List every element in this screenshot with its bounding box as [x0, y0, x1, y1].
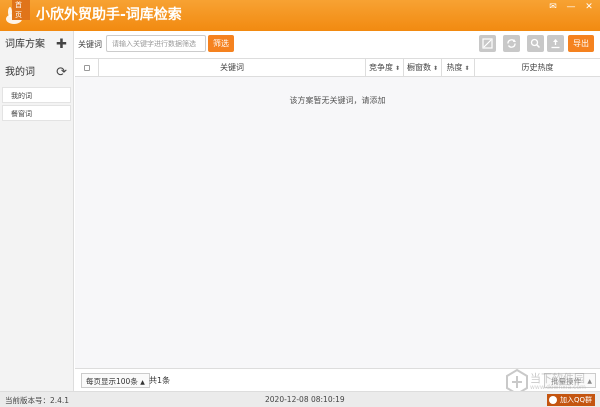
- sort-icon: ⬍: [464, 65, 470, 72]
- batch-operation-select[interactable]: 批量操作 ▲: [544, 373, 596, 388]
- my-words-title: 我的词: [5, 67, 35, 78]
- minimize-icon[interactable]: —: [566, 2, 576, 12]
- search-icon: [530, 38, 541, 49]
- keyword-input[interactable]: [106, 35, 206, 52]
- column-keyword-label: 关键词: [220, 63, 244, 72]
- home-button[interactable]: 首页: [0, 0, 30, 31]
- mail-icon[interactable]: ✉: [548, 2, 558, 12]
- join-qq-group-button[interactable]: 加入QQ群: [547, 394, 596, 406]
- app-title: 小欣外贸助手-词库检索: [36, 7, 182, 23]
- status-bar: 当前版本号：2.4.1 2020-12-08 08:10:19 加入QQ群: [0, 391, 600, 407]
- upload-icon: [551, 39, 560, 49]
- column-history-heat: 历史热度: [475, 59, 600, 77]
- caret-up-icon: ▲: [587, 378, 592, 385]
- upload-button[interactable]: [547, 35, 564, 52]
- sidebar-item-my-words[interactable]: 我的词: [2, 87, 71, 103]
- reload-button[interactable]: [503, 35, 520, 52]
- column-competition-label: 竞争度: [368, 63, 393, 72]
- my-words-header: 我的词 ⟳: [0, 59, 73, 87]
- keyword-label: 关键词: [78, 40, 102, 49]
- empty-message: 该方案暂无关键词，请添加: [289, 96, 386, 105]
- column-history-heat-label: 历史热度: [521, 63, 554, 72]
- total-count: 共1条: [149, 376, 171, 385]
- refresh-icon: [507, 39, 516, 48]
- clear-button[interactable]: [479, 35, 496, 52]
- datetime-label: 2020-12-08 08:10:19: [265, 395, 345, 404]
- batch-label: 批量操作: [551, 377, 581, 386]
- scheme-header: 词库方案 ✚: [0, 31, 73, 59]
- qq-label: 加入QQ群: [560, 396, 593, 404]
- table-footer: 每页显示100条 ▲ 共1条 批量操作 ▲: [75, 368, 600, 391]
- column-keyword: 关键词: [99, 59, 366, 77]
- qq-icon: [549, 396, 557, 404]
- column-heat-label: 热度: [446, 63, 463, 72]
- keyword-table: 关键词 竞争度 ⬍ 橱窗数 ⬍ 热度 ⬍ 历史热度 该方案暂无关键词，请添加: [75, 58, 600, 368]
- window-controls: ✉ — ✕: [548, 2, 594, 12]
- column-competition[interactable]: 竞争度 ⬍: [366, 59, 404, 77]
- clear-icon: [482, 38, 493, 49]
- filter-button[interactable]: 筛选: [208, 35, 234, 52]
- sidebar-item-window-words[interactable]: 餐窗词: [2, 105, 71, 121]
- select-all-cell: [75, 59, 99, 77]
- toolbar: 关键词 筛选 导出: [74, 31, 600, 57]
- page-size-select[interactable]: 每页显示100条 ▲: [81, 373, 150, 388]
- page-size-label: 每页显示100条: [86, 377, 138, 386]
- column-showcase[interactable]: 橱窗数 ⬍: [404, 59, 442, 77]
- close-icon[interactable]: ✕: [584, 2, 594, 12]
- sort-icon: ⬍: [432, 65, 439, 72]
- column-heat[interactable]: 热度 ⬍: [442, 59, 475, 77]
- column-showcase-label: 橱窗数: [406, 63, 431, 72]
- sidebar: 词库方案 ✚ 我的词 ⟳ 我的词 餐窗词: [0, 31, 74, 391]
- select-all-checkbox[interactable]: [83, 65, 90, 71]
- export-button[interactable]: 导出: [568, 35, 594, 52]
- title-bar: 首页 小欣外贸助手-词库检索 ✉ — ✕: [0, 0, 600, 31]
- sort-icon: ⬍: [394, 65, 401, 72]
- table-header: 关键词 竞争度 ⬍ 橱窗数 ⬍ 热度 ⬍ 历史热度: [75, 59, 600, 77]
- version-label: 当前版本号：2.4.1: [5, 396, 70, 405]
- search-button[interactable]: [527, 35, 544, 52]
- add-scheme-icon[interactable]: ✚: [56, 31, 67, 59]
- scheme-title: 词库方案: [5, 39, 45, 50]
- home-label: 首页: [12, 0, 30, 20]
- refresh-icon[interactable]: ⟳: [56, 59, 67, 87]
- caret-up-icon: ▲: [140, 379, 145, 386]
